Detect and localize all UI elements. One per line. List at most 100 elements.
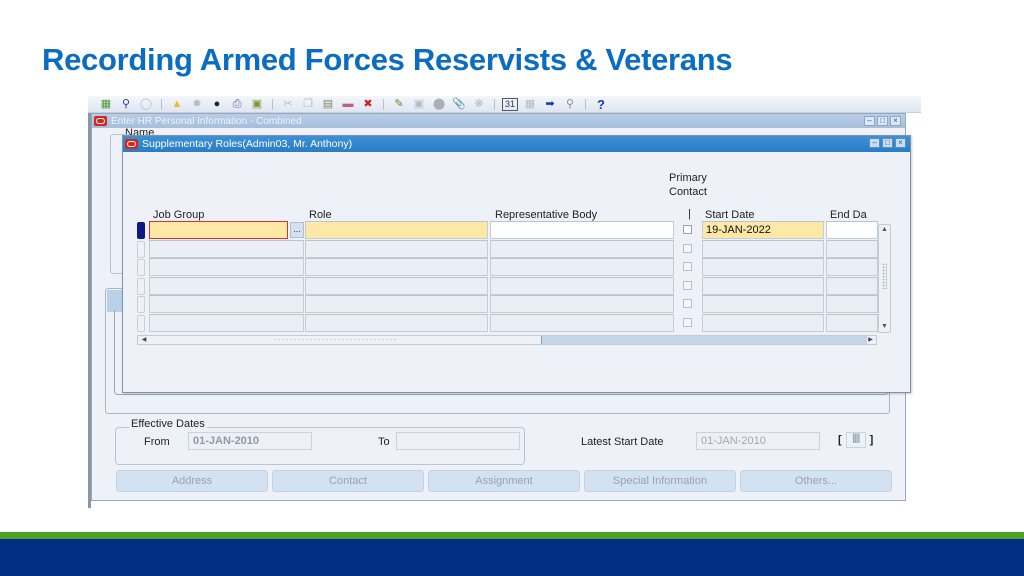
start-date-cell[interactable]: 19-JAN-2022	[702, 221, 824, 239]
scroll-left-icon[interactable]: ◀	[139, 336, 149, 344]
find-flashlight-icon[interactable]: ⚲	[118, 98, 134, 111]
assignment-button[interactable]: Assignment	[428, 470, 580, 492]
row-indicator[interactable]	[137, 277, 145, 295]
scroll-down-icon[interactable]: ▼	[879, 322, 890, 332]
attachments-icon[interactable]: 📎	[451, 98, 467, 111]
start-date-cell[interactable]	[702, 295, 824, 314]
representative-body-cell[interactable]	[490, 221, 674, 239]
row-indicator[interactable]	[137, 315, 145, 332]
list-icon[interactable]: ▦	[522, 98, 538, 111]
end-date-cell[interactable]	[826, 221, 878, 239]
next-step-icon[interactable]: ✹	[189, 98, 205, 111]
representative-body-cell[interactable]	[490, 295, 674, 314]
paste-icon[interactable]: ▤	[320, 98, 336, 111]
table-row[interactable]	[137, 239, 897, 259]
clear-record-icon[interactable]: ▬	[340, 98, 356, 111]
parent-titlebar[interactable]: Enter HR Personal Information - Combined…	[92, 114, 905, 128]
table-row[interactable]	[137, 314, 897, 333]
help-icon[interactable]: ?	[593, 98, 609, 111]
job-group-cell[interactable]	[149, 258, 304, 277]
row-indicator[interactable]	[137, 222, 145, 239]
role-cell[interactable]	[305, 314, 488, 332]
delete-record-icon[interactable]: ✖	[360, 98, 376, 111]
export-icon[interactable]: ➡	[542, 98, 558, 111]
close-icon[interactable]: ×	[890, 116, 901, 126]
role-cell[interactable]	[305, 295, 488, 314]
row-indicator[interactable]	[137, 296, 145, 314]
new-record-icon[interactable]: ▦	[98, 98, 114, 111]
role-cell[interactable]	[305, 221, 488, 239]
representative-body-cell[interactable]	[490, 239, 674, 258]
role-cell[interactable]	[305, 239, 488, 258]
maximize-icon[interactable]: □	[882, 138, 893, 148]
close-icon[interactable]: ×	[895, 138, 906, 148]
maximize-icon[interactable]: □	[877, 116, 888, 126]
end-date-cell[interactable]	[826, 239, 878, 258]
primary-contact-checkbox[interactable]	[683, 243, 692, 253]
flexfield-box[interactable]: ||||	[845, 432, 866, 448]
table-row[interactable]	[137, 295, 897, 314]
primary-contact-checkbox[interactable]	[683, 280, 692, 290]
vertical-scrollbar[interactable]: ▲ ▼	[878, 224, 891, 333]
minimize-icon[interactable]: –	[869, 138, 880, 148]
representative-body-cell[interactable]	[490, 314, 674, 332]
save-folder-icon[interactable]: ▲	[169, 98, 185, 111]
end-date-cell[interactable]	[826, 314, 878, 332]
scroll-right-icon[interactable]: ▶	[866, 336, 875, 344]
start-date-cell[interactable]	[702, 276, 824, 295]
job-group-cell[interactable]	[149, 239, 304, 258]
oracle-logo-icon	[94, 116, 107, 126]
latest-start-date-field[interactable]: 01-JAN-2010	[696, 432, 820, 450]
folder-tools-icon[interactable]: ❋	[471, 98, 487, 111]
translations-icon[interactable]: ⬤	[431, 98, 447, 111]
close-form-icon[interactable]: ▣	[249, 98, 265, 111]
start-date-cell[interactable]	[702, 314, 824, 332]
representative-body-cell[interactable]	[490, 258, 674, 277]
primary-contact-marker: |	[688, 208, 691, 220]
scroll-grip[interactable]	[882, 263, 887, 289]
scroll-up-icon[interactable]: ▲	[879, 225, 890, 235]
show-navigator-icon[interactable]: ◯	[138, 98, 154, 111]
job-group-cell[interactable]	[149, 276, 304, 295]
end-date-cell[interactable]	[826, 276, 878, 295]
special-information-button[interactable]: Special Information	[584, 470, 736, 492]
copy-icon[interactable]: ❐	[300, 98, 316, 111]
zoom-icon[interactable]: ▣	[411, 98, 427, 111]
start-date-cell[interactable]	[702, 258, 824, 277]
role-cell[interactable]	[305, 276, 488, 295]
end-date-cell[interactable]	[826, 258, 878, 277]
calendar-icon[interactable]: 31	[502, 97, 518, 111]
print-icon[interactable]: ⎙	[229, 98, 245, 111]
primary-contact-checkbox[interactable]	[683, 299, 692, 309]
table-row[interactable]	[137, 258, 897, 277]
representative-body-cell[interactable]	[490, 276, 674, 295]
contact-button[interactable]: Contact	[272, 470, 424, 492]
child-titlebar[interactable]: Supplementary Roles(Admin03, Mr. Anthony…	[123, 136, 910, 152]
descriptive-flexfield[interactable]: [||||]	[838, 432, 873, 448]
primary-contact-checkbox[interactable]	[683, 225, 692, 234]
row-indicator[interactable]	[137, 240, 145, 258]
row-indicator[interactable]	[137, 259, 145, 277]
job-group-cell[interactable]	[149, 221, 288, 239]
job-group-cell[interactable]	[149, 295, 304, 314]
primary-contact-checkbox[interactable]	[683, 262, 692, 272]
minimize-icon[interactable]: –	[864, 116, 875, 126]
edit-field-icon[interactable]: ✎	[391, 98, 407, 111]
start-date-cell[interactable]	[702, 239, 824, 258]
address-button[interactable]: Address	[116, 470, 268, 492]
lov-button[interactable]: ...	[290, 222, 304, 238]
cut-icon[interactable]: ✂	[280, 98, 296, 111]
table-row[interactable]: ... 19-JAN-2022	[137, 221, 897, 240]
primary-contact-checkbox[interactable]	[683, 318, 692, 327]
switch-responsibility-icon[interactable]: ●	[209, 98, 225, 111]
job-group-cell[interactable]	[149, 314, 304, 332]
horizontal-scrollbar[interactable]: ◀ ▶	[137, 335, 877, 345]
table-row[interactable]	[137, 276, 897, 296]
to-date-field[interactable]	[396, 432, 520, 450]
from-date-field[interactable]: 01-JAN-2010	[188, 432, 312, 450]
end-date-cell[interactable]	[826, 295, 878, 314]
scroll-thumb[interactable]	[541, 336, 867, 344]
others-button[interactable]: Others...	[740, 470, 892, 492]
role-cell[interactable]	[305, 258, 488, 277]
search-icon[interactable]: ⚲	[562, 98, 578, 111]
